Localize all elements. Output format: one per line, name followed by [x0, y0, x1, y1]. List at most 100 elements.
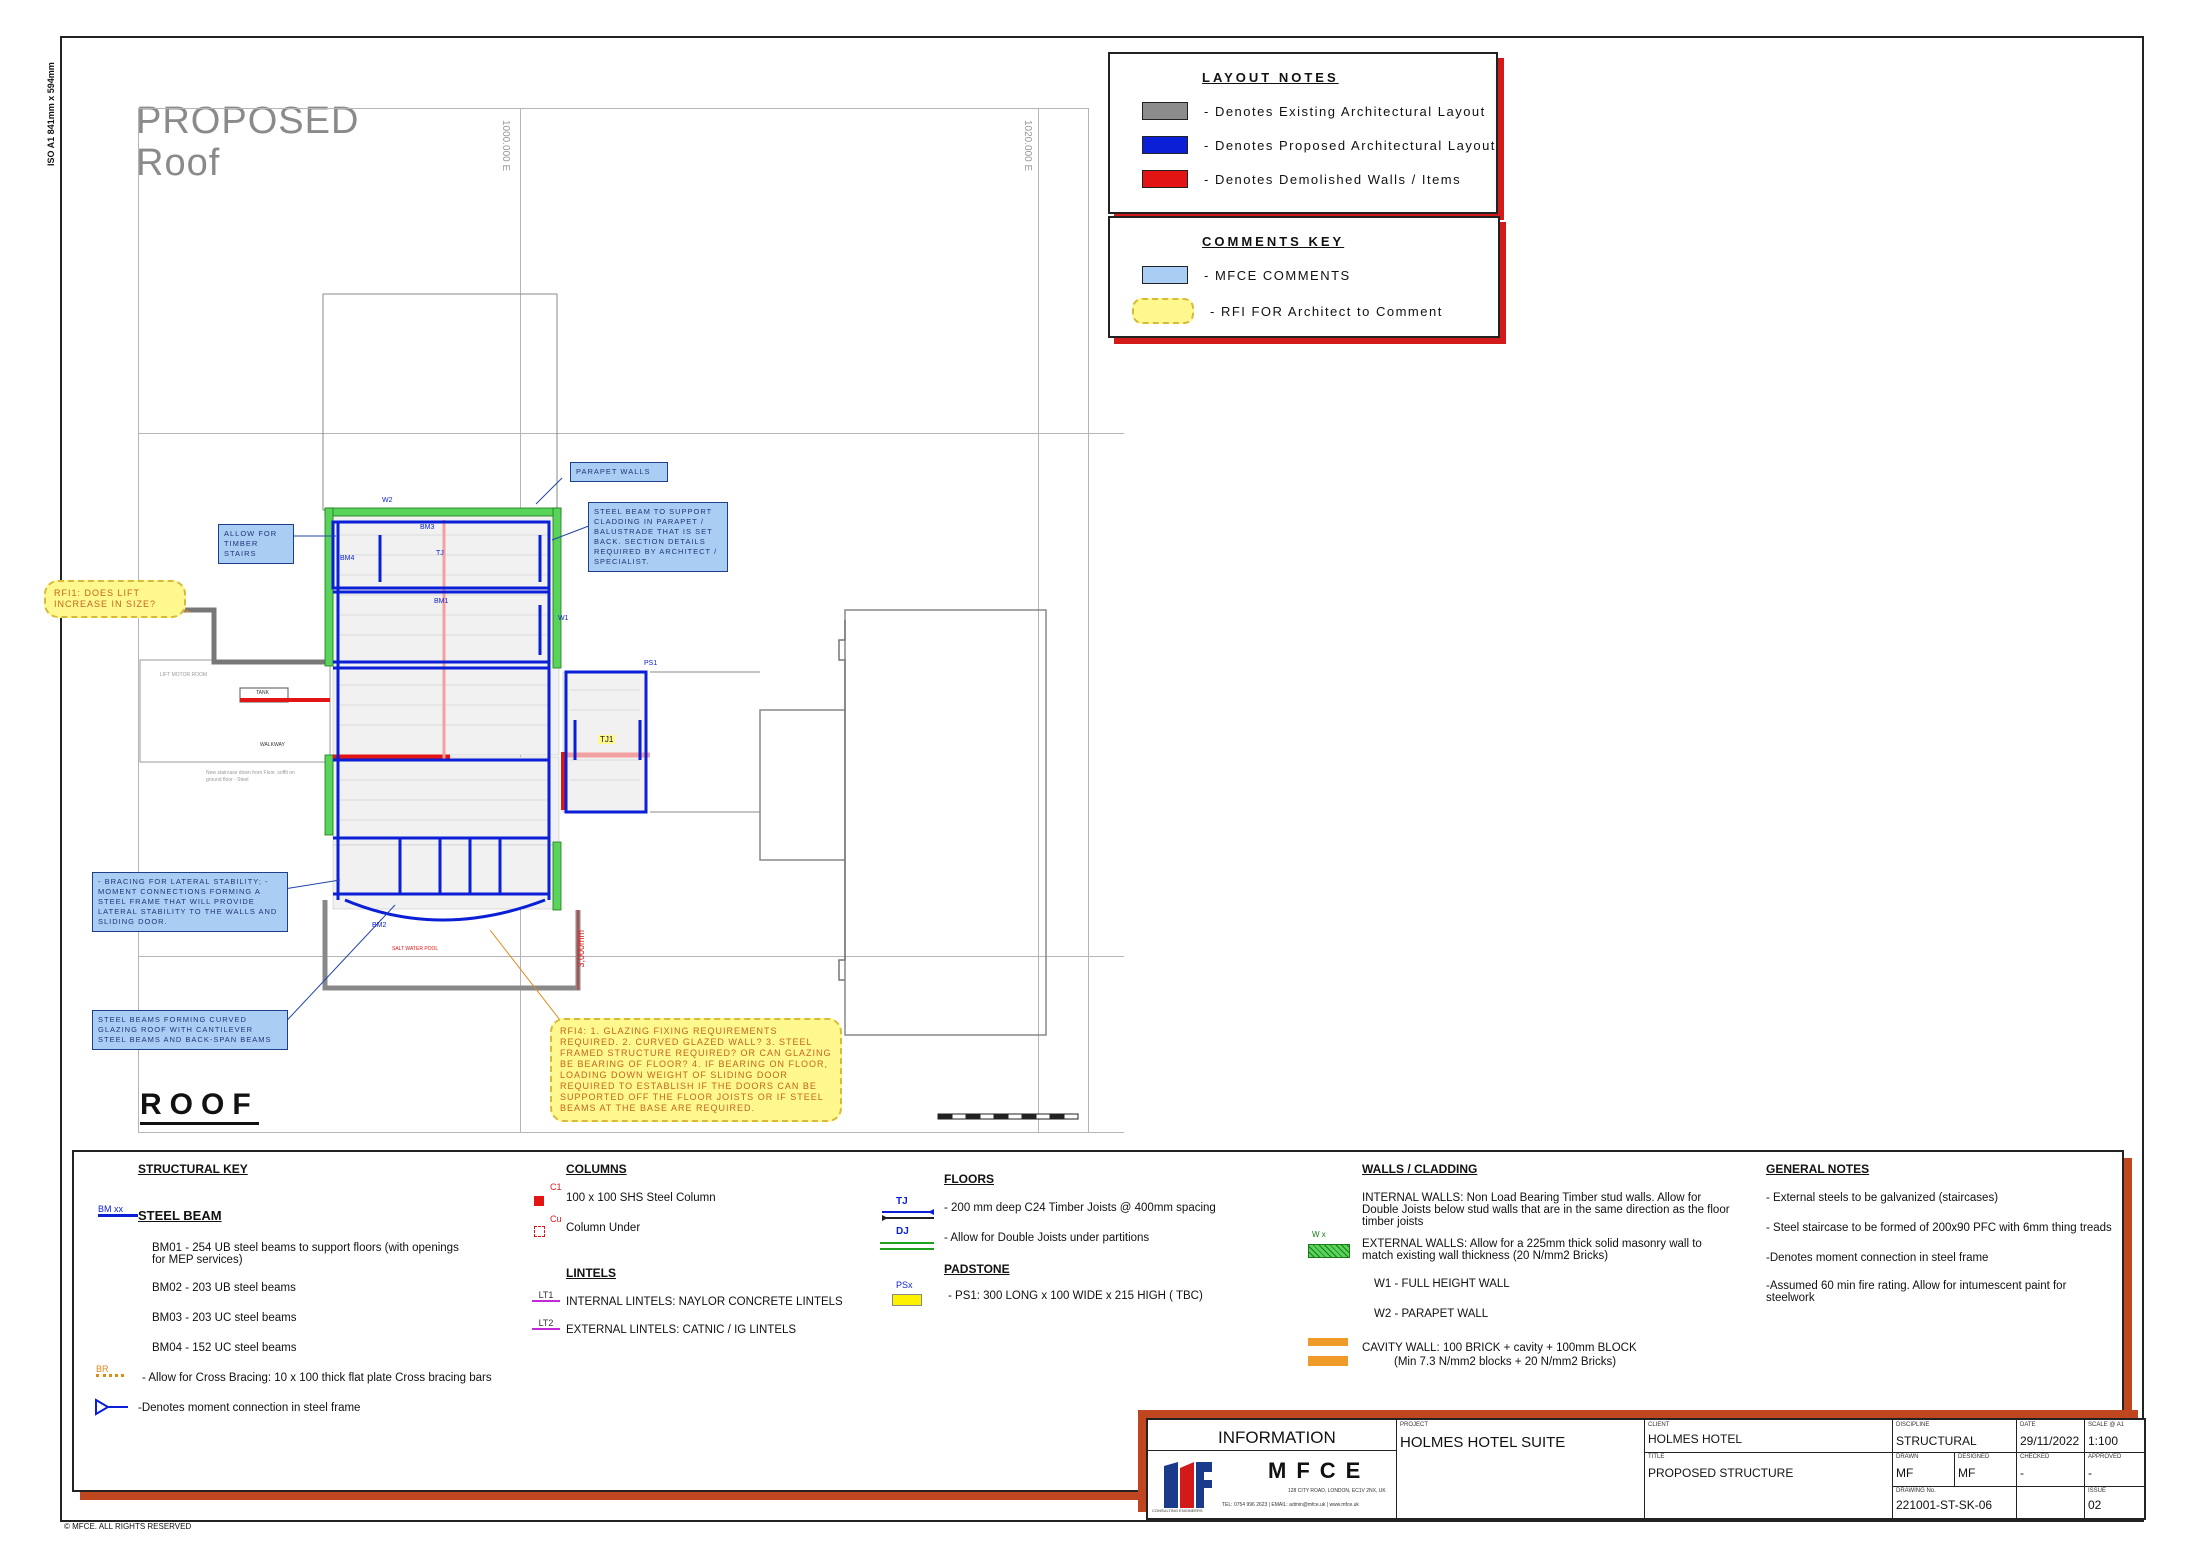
plan-label-lift: LIFT MOTOR ROOM	[160, 672, 208, 678]
walls-w1-text: W1 - FULL HEIGHT WALL	[1374, 1278, 1510, 1290]
tb-project-label: PROJECT	[1400, 1422, 1429, 1428]
plan-label-tj1: TJ1	[598, 735, 616, 744]
columns-heading: COLUMNS	[566, 1162, 627, 1176]
walls-external-text: EXTERNAL WALLS: Allow for a 225mm thick …	[1362, 1238, 1702, 1262]
cavity-wall-icon	[1308, 1338, 1348, 1366]
note-curved-roof: STEEL BEAMS FORMING CURVED GLAZING ROOF …	[92, 1010, 288, 1050]
tb-divider	[1148, 1450, 1396, 1451]
double-joist-icon	[880, 1242, 934, 1250]
plan-label-bm4: BM4	[340, 555, 355, 562]
floor-tj-tag: TJ	[896, 1196, 908, 1207]
general-note-2: - Steel staircase to be formed of 200x90…	[1766, 1222, 2112, 1234]
roof-plan-drawing	[139, 293, 1079, 1120]
tb-scale-label: SCALE @ A1	[2088, 1422, 2125, 1428]
plan-label-tank: TANK	[256, 690, 269, 696]
swatch-rfi	[1132, 298, 1194, 324]
column-c1-tag: C1	[550, 1182, 562, 1192]
comments-key-heading: COMMENTS KEY	[1202, 234, 1345, 249]
rfi4-leader	[489, 929, 561, 1021]
tb-vline-1	[2016, 1420, 2017, 1518]
plan-label-walkway: WALKWAY	[260, 742, 285, 748]
legend-proposed: - Denotes Proposed Architectural Layout	[1142, 136, 1496, 154]
tb-status: INFORMATION	[1218, 1428, 1336, 1447]
legend-demolished-label: - Denotes Demolished Walls / Items	[1204, 171, 1462, 187]
tb-title-label: TITLE	[1648, 1454, 1665, 1460]
lintel-internal-text: INTERNAL LINTELS: NAYLOR CONCRETE LINTEL…	[566, 1296, 843, 1308]
note-steel-beam-support: STEEL BEAM TO SUPPORT CLADDING IN PARAPE…	[588, 502, 728, 572]
tb-issue: 02	[2088, 1498, 2102, 1512]
comments-key-legend: COMMENTS KEY - MFCE COMMENTS - RFI FOR A…	[1108, 216, 1500, 338]
tb-title: PROPOSED STRUCTURE	[1648, 1466, 1794, 1480]
column-shs-text: 100 x 100 SHS Steel Column	[566, 1192, 716, 1204]
column-cu-tag: Cu	[550, 1214, 562, 1224]
layout-notes-legend: LAYOUT NOTES - Denotes Existing Architec…	[1108, 52, 1498, 214]
tb-company-sub: CONSULTING ENGINEERS	[1152, 1508, 1203, 1513]
tb-company: MFCE	[1268, 1458, 1371, 1483]
legend-existing-label: - Denotes Existing Architectural Layout	[1204, 103, 1486, 119]
plan-label-ps1: PS1	[644, 660, 658, 667]
tb-drawing-no: 221001-ST-SK-06	[1896, 1498, 1993, 1512]
wall-wx-tag: W x	[1312, 1230, 1326, 1239]
bm04-text: BM04 - 152 UC steel beams	[152, 1342, 297, 1354]
tb-address: 128 CITY ROAD, LONDON, EC1V 2NX, UK	[1288, 1488, 1386, 1494]
general-note-3: -Denotes moment connection in steel fram…	[1766, 1252, 1989, 1264]
tb-date: 29/11/2022	[2020, 1434, 2080, 1448]
note-bracing: - BRACING FOR LATERAL STABILITY; - MOMEN…	[92, 872, 288, 932]
legend-mfce-label: - MFCE COMMENTS	[1204, 267, 1351, 283]
tb-client-divider	[1644, 1452, 2144, 1453]
bm01-text: BM01 - 254 UB steel beams to support flo…	[152, 1242, 459, 1266]
layout-notes-heading: LAYOUT NOTES	[1202, 70, 1339, 85]
floors-heading: FLOORS	[944, 1172, 994, 1186]
tb-hline-2	[1892, 1486, 2144, 1487]
plan-dimension: 3,000mm	[576, 930, 586, 968]
moment-connection-icon	[95, 1398, 128, 1416]
column-steel-icon	[534, 1196, 544, 1206]
plan-label-w1: W1	[558, 615, 569, 622]
lintels-heading: LINTELS	[566, 1266, 616, 1280]
plan-label-tj: TJ	[436, 550, 444, 557]
plan-label-bm2: BM2	[372, 922, 387, 929]
walls-cavity2-text: (Min 7.3 N/mm2 blocks + 20 N/mm2 Bricks)	[1394, 1356, 1617, 1368]
tb-checked: -	[2020, 1466, 2024, 1480]
bracing-text: - Allow for Cross Bracing: 10 x 100 thic…	[142, 1372, 492, 1384]
tb-approved-label: APPROVED	[2088, 1454, 2122, 1460]
walls-heading: WALLS / CLADDING	[1362, 1162, 1478, 1176]
floor-joists-text: - 200 mm deep C24 Timber Joists @ 400mm …	[944, 1202, 1216, 1214]
walls-internal-text: INTERNAL WALLS: Non Load Bearing Timber …	[1362, 1192, 1730, 1228]
tb-project: HOLMES HOTEL SUITE	[1400, 1434, 1566, 1451]
existing-outline-top	[322, 293, 558, 511]
structural-key-heading: STRUCTURAL KEY	[138, 1162, 248, 1176]
tb-vline-3	[1954, 1452, 1955, 1486]
general-note-1: - External steels to be galvanized (stai…	[1766, 1192, 1999, 1204]
walls-cavity-text: CAVITY WALL: 100 BRICK + cavity + 100mm …	[1362, 1342, 1637, 1354]
tb-contact: TEL: 0754 996 2623 | EMAIL: admin@mfce.u…	[1222, 1502, 1359, 1508]
legend-demolished: - Denotes Demolished Walls / Items	[1142, 170, 1461, 188]
legend-proposed-label: - Denotes Proposed Architectural Layout	[1204, 137, 1496, 153]
tb-issue-label: ISSUE	[2088, 1488, 2107, 1494]
br-tag: BR	[96, 1364, 124, 1377]
mfce-logo-icon	[1164, 1462, 1212, 1508]
legend-mfce-comments: - MFCE COMMENTS	[1142, 266, 1351, 284]
tb-designed-label: DESIGNED	[1958, 1454, 1990, 1460]
legend-existing: - Denotes Existing Architectural Layout	[1142, 102, 1486, 120]
tb-checked-label: CHECKED	[2020, 1454, 2050, 1460]
tb-client: HOLMES HOTEL	[1648, 1432, 1743, 1446]
lintel-lt2-tag: LT2	[532, 1318, 560, 1330]
tb-drawn-label: DRAWN	[1896, 1454, 1919, 1460]
note-timber-stairs: ALLOW FOR TIMBER STAIRS	[218, 524, 294, 564]
plan-label-bm3: BM3	[420, 524, 435, 531]
column-under-text: Column Under	[566, 1222, 641, 1234]
padstone-ps1-text: - PS1: 300 LONG x 100 WIDE x 215 HIGH ( …	[948, 1290, 1203, 1302]
swatch-demolished	[1142, 170, 1188, 188]
tb-approved: -	[2088, 1466, 2092, 1480]
scale-bar	[937, 1113, 1079, 1120]
plan-label-w2: W2	[382, 497, 393, 504]
padstone-heading: PADSTONE	[944, 1262, 1010, 1276]
note-parapet-walls: PARAPET WALLS	[570, 462, 668, 482]
tb-client-label: CLIENT	[1648, 1422, 1670, 1428]
existing-building-steps	[838, 620, 846, 981]
tb-designed: MF	[1958, 1466, 1976, 1480]
moment-text: -Denotes moment connection in steel fram…	[138, 1402, 361, 1414]
existing-walls-left	[178, 607, 330, 665]
swatch-mfce-comments	[1142, 266, 1188, 284]
